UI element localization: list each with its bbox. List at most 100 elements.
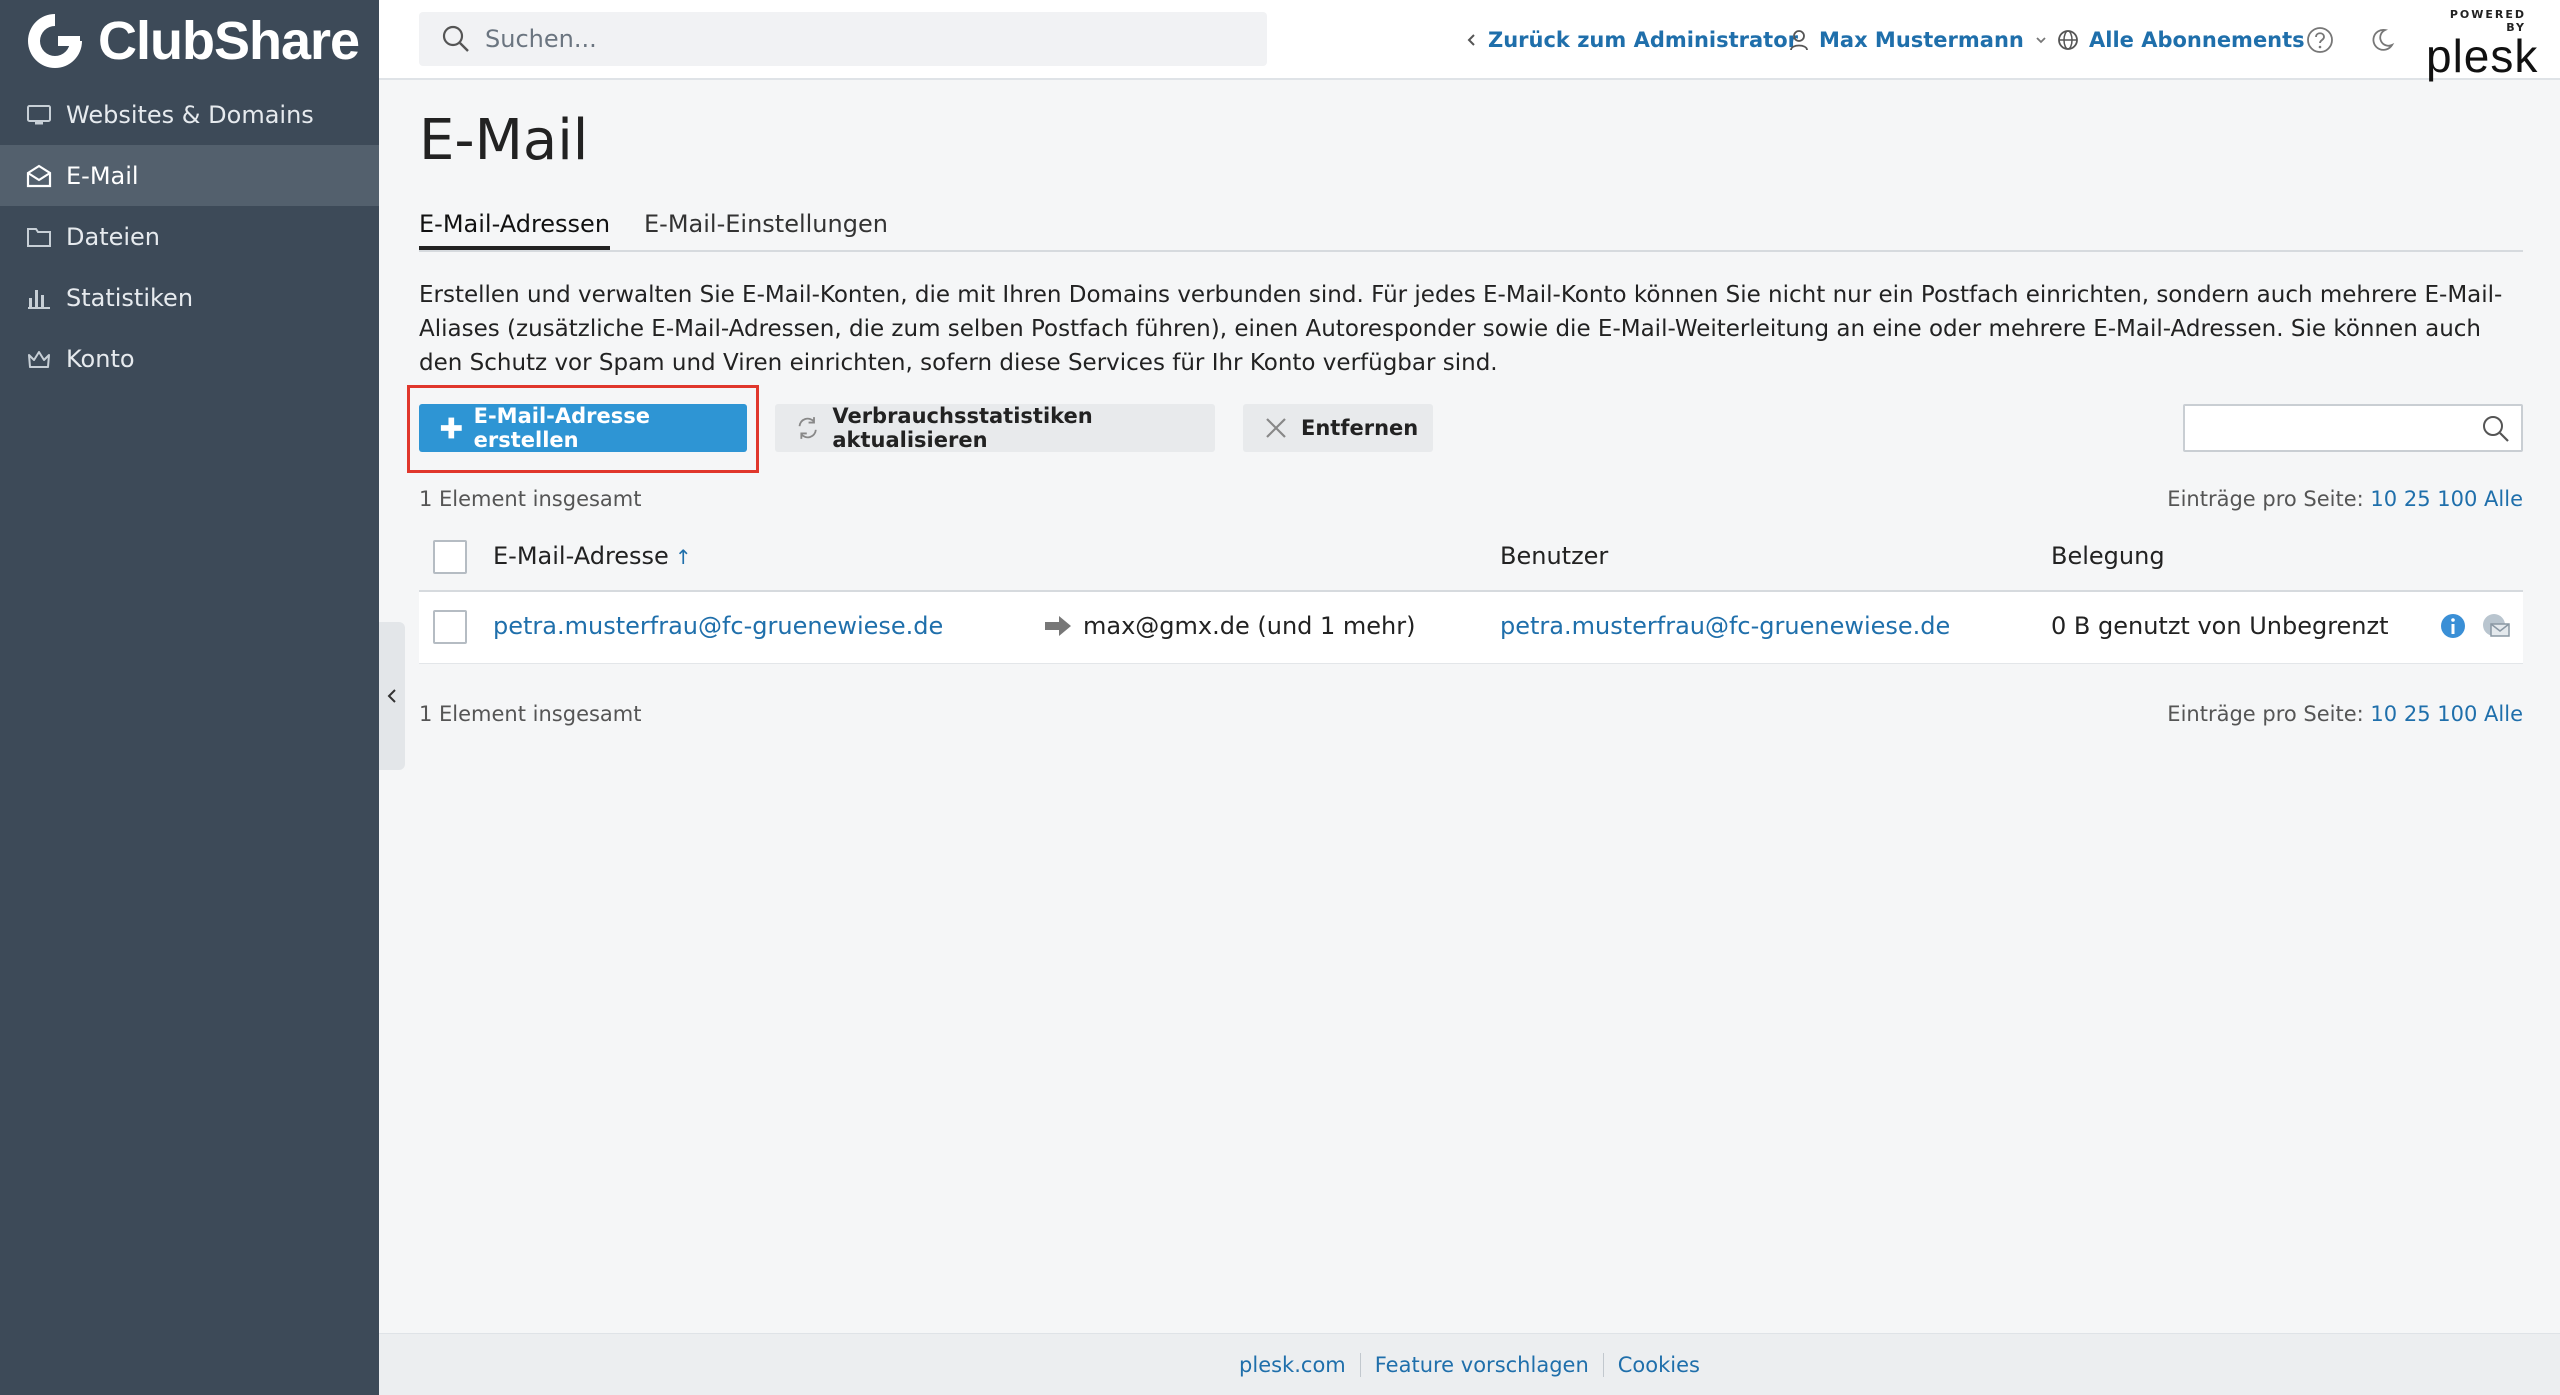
tab-email-addresses[interactable]: E-Mail-Adressen	[419, 210, 611, 250]
brand-logo[interactable]: ClubShare	[24, 10, 360, 72]
search-input[interactable]	[485, 25, 1245, 53]
sidebar-item-label: Konto	[66, 344, 135, 373]
back-to-admin-link[interactable]: Zurück zum Administrator	[1466, 22, 1798, 58]
help-button[interactable]	[2302, 22, 2338, 58]
user-menu[interactable]: Max Mustermann	[1789, 22, 2058, 58]
per-page-all[interactable]: Alle	[2484, 487, 2523, 511]
per-page-top: Einträge pro Seite: 10 25 100 Alle	[2167, 487, 2523, 511]
column-email-label: E-Mail-Adresse	[493, 542, 669, 570]
per-page-bottom: Einträge pro Seite: 10 25 100 Alle	[2167, 702, 2523, 726]
crown-icon	[24, 344, 54, 374]
globe-icon	[2058, 30, 2078, 50]
refresh-icon	[798, 417, 817, 439]
per-page-100[interactable]: 100	[2437, 487, 2477, 511]
column-usage-header: Belegung	[2051, 542, 2165, 570]
per-page-10[interactable]: 10	[2370, 702, 2397, 726]
page-title: E-Mail	[419, 108, 589, 173]
close-icon	[1266, 418, 1286, 438]
total-count-bottom: 1 Element insgesamt	[419, 702, 642, 726]
column-email-header[interactable]: E-Mail-Adresse ↑	[493, 542, 692, 570]
sidebar-collapse-handle[interactable]	[379, 622, 405, 770]
footer-link-feature-request[interactable]: Feature vorschlagen	[1375, 1353, 1589, 1377]
dark-mode-toggle[interactable]	[2364, 22, 2400, 58]
per-page-label: Einträge pro Seite:	[2167, 487, 2364, 511]
mail-icon	[24, 161, 54, 191]
search-icon	[442, 25, 469, 52]
user-name-label: Max Mustermann	[1819, 28, 2024, 52]
footer-divider	[1359, 1352, 1361, 1377]
global-search[interactable]	[419, 12, 1267, 66]
sidebar-item-label: E-Mail	[66, 161, 139, 190]
sidebar-item-label: Statistiken	[66, 283, 194, 312]
footer-link-cookies[interactable]: Cookies	[1618, 1353, 1700, 1377]
select-all-checkbox[interactable]	[433, 540, 467, 574]
table-row: petra.musterfrau@fc-gruenewiese.de max@g…	[419, 592, 2523, 664]
user-icon	[1790, 30, 1808, 51]
refresh-stats-label: Verbrauchsstatistiken aktualisieren	[832, 404, 1093, 452]
sidebar-item-email[interactable]: E-Mail	[0, 145, 379, 206]
webmail-icon	[2483, 614, 2510, 637]
folder-icon	[24, 222, 54, 252]
chevron-left-icon	[1467, 34, 1475, 46]
plesk-logo: POWERED BY plesk	[2426, 8, 2537, 79]
sidebar-item-label: Websites & Domains	[66, 100, 314, 129]
row-checkbox[interactable]	[433, 610, 467, 644]
tab-bar: E-Mail-Adressen E-Mail-Einstellungen	[419, 202, 2523, 252]
row-forward-label: max@gmx.de (und 1 mehr)	[1083, 612, 1416, 640]
back-to-admin-label: Zurück zum Administrator	[1488, 28, 1798, 52]
per-page-25[interactable]: 25	[2404, 487, 2431, 511]
webmail-button[interactable]	[2481, 612, 2511, 644]
row-forwarding: max@gmx.de (und 1 mehr)	[1043, 612, 1416, 640]
bar-chart-icon	[24, 283, 54, 313]
info-icon	[2441, 614, 2465, 638]
create-email-button[interactable]: E-Mail-Adresse erstellen	[419, 404, 747, 452]
row-user-link[interactable]: petra.musterfrau@fc-gruenewiese.de	[1500, 612, 1950, 640]
search-icon	[2483, 416, 2509, 442]
list-search-input[interactable]	[2183, 404, 2523, 452]
footer-divider	[1602, 1352, 1604, 1377]
sidebar-item-websites-domains[interactable]: Websites & Domains	[0, 84, 379, 145]
per-page-100[interactable]: 100	[2437, 702, 2477, 726]
chevron-down-icon	[2036, 37, 2046, 44]
table-header: E-Mail-Adresse ↑ Benutzer Belegung	[419, 522, 2523, 592]
brand-name: ClubShare	[98, 11, 360, 71]
help-icon	[2307, 27, 2333, 53]
column-user-header: Benutzer	[1500, 542, 1609, 570]
sidebar-item-label: Dateien	[66, 222, 161, 251]
main-content: E-Mail E-Mail-Adressen E-Mail-Einstellun…	[379, 82, 2560, 1332]
sidebar-item-files[interactable]: Dateien	[0, 206, 379, 267]
row-email-link[interactable]: petra.musterfrau@fc-gruenewiese.de	[493, 612, 943, 640]
forward-arrow-icon	[1045, 616, 1071, 636]
sidebar-nav: Websites & Domains E-Mail Dateien Statis…	[0, 84, 379, 389]
total-count-top: 1 Element insgesamt	[419, 487, 642, 511]
sidebar-item-account[interactable]: Konto	[0, 328, 379, 389]
all-subscriptions-label: Alle Abonnements	[2089, 28, 2305, 52]
create-email-label: E-Mail-Adresse erstellen	[473, 404, 650, 452]
per-page-all[interactable]: Alle	[2484, 702, 2523, 726]
footer-link-plesk[interactable]: plesk.com	[1239, 1353, 1346, 1377]
remove-button[interactable]: Entfernen	[1243, 404, 1433, 452]
sidebar: ClubShare Websites & Domains E-Mail Date…	[0, 0, 379, 1395]
row-usage: 0 B genutzt von Unbegrenzt	[2051, 612, 2389, 640]
info-button[interactable]	[2439, 612, 2467, 644]
tab-email-settings[interactable]: E-Mail-Einstellungen	[644, 210, 888, 246]
toolbar: E-Mail-Adresse erstellen Verbrauchsstati…	[419, 404, 2523, 454]
per-page-25[interactable]: 25	[2404, 702, 2431, 726]
sort-ascending-icon: ↑	[674, 545, 692, 569]
top-bar: Zurück zum Administrator Max Mustermann …	[379, 0, 2560, 80]
remove-label: Entfernen	[1301, 416, 1419, 440]
per-page-10[interactable]: 10	[2370, 487, 2397, 511]
moon-icon	[2372, 29, 2395, 51]
email-table: E-Mail-Adresse ↑ Benutzer Belegung petra.…	[419, 522, 2523, 664]
monitor-icon	[24, 100, 54, 130]
all-subscriptions-link[interactable]: Alle Abonnements	[2057, 22, 2305, 58]
plus-icon	[440, 417, 462, 439]
page-description: Erstellen und verwalten Sie E-Mail-Konte…	[419, 282, 2503, 376]
plesk-wordmark: plesk	[2426, 30, 2539, 82]
chevron-left-icon	[387, 689, 396, 703]
sidebar-item-statistics[interactable]: Statistiken	[0, 267, 379, 328]
clubshare-logo-icon	[28, 14, 82, 68]
refresh-stats-button[interactable]: Verbrauchsstatistiken aktualisieren	[775, 404, 1215, 452]
footer: plesk.com Feature vorschlagen Cookies	[379, 1333, 2560, 1395]
per-page-label: Einträge pro Seite:	[2167, 702, 2364, 726]
